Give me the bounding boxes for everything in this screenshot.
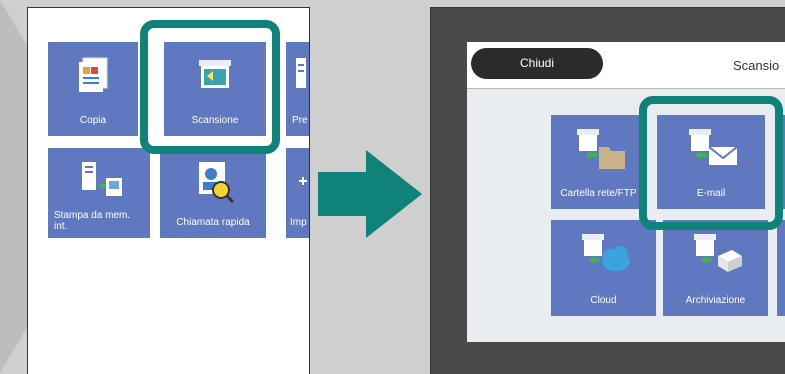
preset-tile-label: Pre [292,115,308,126]
screen-title: Scansio [733,58,780,73]
network-folder-icon [551,127,646,169]
storage-icon [663,232,768,272]
storage-tile-label: Archiviazione [685,295,746,306]
partial-tile-bottom[interactable] [777,220,785,316]
speed-dial-tile-label: Chiamata rapida [176,217,250,228]
settings-tile-label: Imp [290,217,307,228]
cloud-icon [551,232,656,272]
copy-tile-label: Copia [79,115,107,126]
print-memory-tile[interactable]: Stampa da mem. int. [48,148,150,238]
copy-tile[interactable]: Copia [48,42,138,136]
cloud-tile[interactable]: Cloud [551,220,656,316]
scan-screen-display: Chiudi Scansio Cartella rete/FTP E-mail … [467,42,785,342]
preset-tile[interactable]: Pre [286,42,309,136]
speed-dial-tile[interactable]: Chiamata rapida [160,148,266,238]
network-folder-tile-label: Cartella rete/FTP [560,188,637,199]
storage-tile[interactable]: Archiviazione [663,220,768,316]
settings-tile[interactable]: Imp [286,148,309,238]
settings-icon [286,160,309,200]
network-folder-tile[interactable]: Cartella rete/FTP [551,115,646,209]
copy-icon [48,54,138,94]
scan-screen-panel: Chiudi Scansio Cartella rete/FTP E-mail … [430,7,785,374]
print-memory-icon [48,160,150,200]
print-memory-tile-label: Stampa da mem. int. [54,210,131,232]
home-screen-panel: Copia Scansione Pre Stampa da mem. int. … [27,7,310,374]
email-highlight-frame [639,96,783,230]
close-button[interactable]: Chiudi [471,48,603,79]
preset-icon [286,54,309,94]
cloud-tile-label: Cloud [590,295,617,306]
scan-highlight-frame [140,20,280,154]
screen-top-bar: Chiudi Scansio [467,42,785,89]
speed-dial-icon [160,160,266,204]
right-arrow-icon [318,150,422,238]
